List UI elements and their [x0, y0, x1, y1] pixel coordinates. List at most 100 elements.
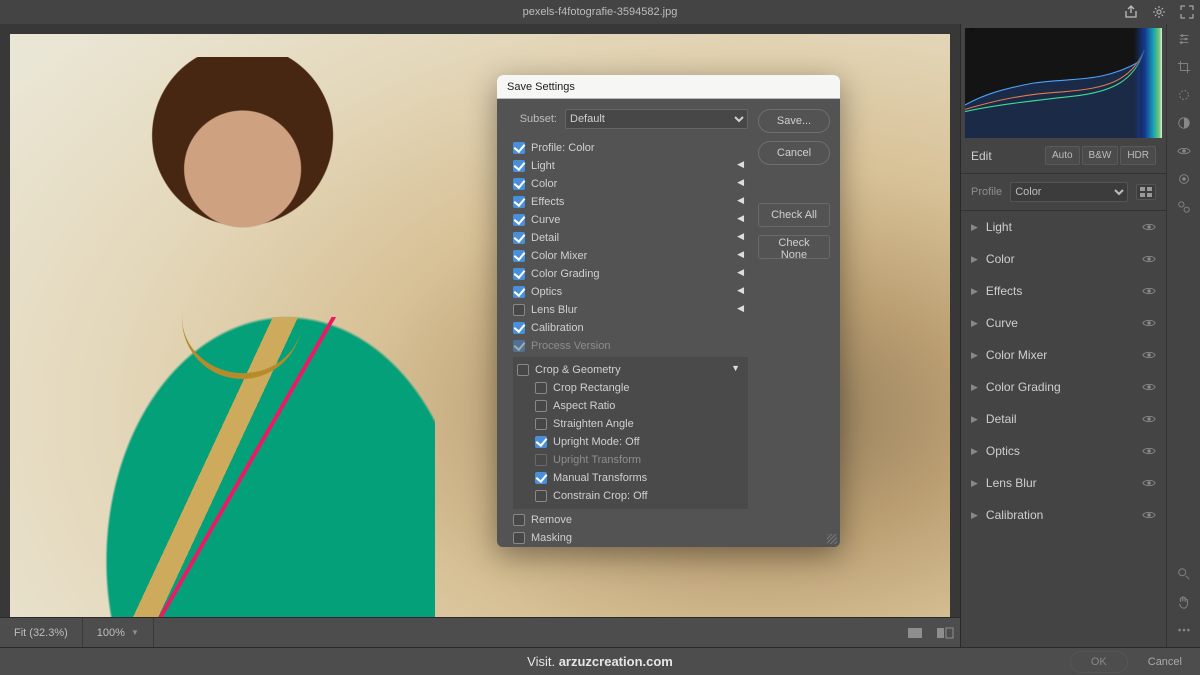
checkbox[interactable] [513, 142, 525, 154]
subset-select[interactable]: Default [565, 109, 748, 129]
dialog-title[interactable]: Save Settings [497, 75, 840, 99]
eye-tool-icon[interactable] [1177, 144, 1191, 158]
apply-cancel-button[interactable]: Cancel [1142, 651, 1188, 673]
disclosure-triangle-icon[interactable]: ◀ [737, 267, 744, 278]
checkbox[interactable] [535, 382, 547, 394]
gear-icon[interactable] [1152, 5, 1166, 19]
share-icon[interactable] [1124, 5, 1138, 19]
auto-button[interactable]: Auto [1045, 146, 1080, 165]
setting-constrain-crop-off[interactable]: Constrain Crop: Off [517, 487, 744, 505]
preset-tool-icon[interactable] [1177, 200, 1191, 214]
setting-straighten-angle[interactable]: Straighten Angle [517, 415, 744, 433]
save-button[interactable]: Save... [758, 109, 830, 133]
resize-handle[interactable] [827, 534, 837, 544]
disclosure-triangle-icon[interactable]: ◀ [737, 159, 744, 170]
disclosure-triangle-icon[interactable]: ◀ [737, 249, 744, 260]
setting-optics[interactable]: Optics◀ [513, 283, 748, 301]
setting-crop-geometry[interactable]: Crop & Geometry▼ [517, 361, 744, 379]
hand-tool-icon[interactable] [1177, 595, 1191, 609]
eye-icon[interactable] [1142, 316, 1156, 330]
section-effects[interactable]: ▶Effects [961, 275, 1166, 307]
checkbox[interactable] [513, 322, 525, 334]
section-calibration[interactable]: ▶Calibration [961, 499, 1166, 531]
mask-tool-icon[interactable] [1177, 116, 1191, 130]
section-lens-blur[interactable]: ▶Lens Blur [961, 467, 1166, 499]
section-color-grading[interactable]: ▶Color Grading [961, 371, 1166, 403]
section-light[interactable]: ▶Light [961, 211, 1166, 243]
setting-effects[interactable]: Effects◀ [513, 193, 748, 211]
setting-masking[interactable]: Masking [513, 529, 748, 547]
eye-icon[interactable] [1142, 220, 1156, 234]
checkbox[interactable] [513, 532, 525, 544]
view-compare-icon[interactable] [936, 624, 954, 642]
setting-lens-blur[interactable]: Lens Blur◀ [513, 301, 748, 319]
eye-icon[interactable] [1142, 348, 1156, 362]
section-curve[interactable]: ▶Curve [961, 307, 1166, 339]
disclosure-triangle-icon[interactable]: ◀ [737, 213, 744, 224]
setting-detail[interactable]: Detail◀ [513, 229, 748, 247]
checkbox[interactable] [513, 214, 525, 226]
disclosure-triangle-icon[interactable]: ◀ [737, 285, 744, 296]
disclosure-triangle-icon[interactable]: ▼ [731, 363, 740, 373]
setting-aspect-ratio[interactable]: Aspect Ratio [517, 397, 744, 415]
setting-color-grading[interactable]: Color Grading◀ [513, 265, 748, 283]
checkbox[interactable] [535, 472, 547, 484]
disclosure-triangle-icon[interactable]: ◀ [737, 177, 744, 188]
setting-light[interactable]: Light◀ [513, 157, 748, 175]
setting-curve[interactable]: Curve◀ [513, 211, 748, 229]
checkbox[interactable] [517, 364, 529, 376]
setting-crop-rectangle[interactable]: Crop Rectangle [517, 379, 744, 397]
expand-icon[interactable] [1180, 5, 1194, 19]
histogram[interactable] [965, 28, 1162, 138]
section-detail[interactable]: ▶Detail [961, 403, 1166, 435]
checkbox[interactable] [513, 178, 525, 190]
check-none-button[interactable]: Check None [758, 235, 830, 259]
heal-tool-icon[interactable] [1177, 88, 1191, 102]
view-single-icon[interactable] [906, 624, 924, 642]
disclosure-triangle-icon[interactable]: ◀ [737, 195, 744, 206]
section-color-mixer[interactable]: ▶Color Mixer [961, 339, 1166, 371]
checkbox[interactable] [535, 490, 547, 502]
checkbox[interactable] [535, 436, 547, 448]
setting-manual-transforms[interactable]: Manual Transforms [517, 469, 744, 487]
hdr-button[interactable]: HDR [1120, 146, 1156, 165]
eye-icon[interactable] [1142, 252, 1156, 266]
checkbox[interactable] [513, 304, 525, 316]
setting-upright-mode-off[interactable]: Upright Mode: Off [517, 433, 744, 451]
checkbox[interactable] [513, 232, 525, 244]
zoom-dropdown[interactable]: 100%▼ [83, 618, 154, 647]
apply-ok-button[interactable]: OK [1070, 651, 1128, 673]
checkbox[interactable] [513, 514, 525, 526]
setting-remove[interactable]: Remove [513, 511, 748, 529]
more-tool-icon[interactable] [1177, 623, 1191, 637]
eye-icon[interactable] [1142, 380, 1156, 394]
setting-color-mixer[interactable]: Color Mixer◀ [513, 247, 748, 265]
disclosure-triangle-icon[interactable]: ◀ [737, 231, 744, 242]
fit-indicator[interactable]: Fit (32.3%) [0, 618, 83, 647]
zoom-tool-icon[interactable] [1177, 567, 1191, 581]
edit-tool-icon[interactable] [1177, 32, 1191, 46]
eye-icon[interactable] [1142, 284, 1156, 298]
profile-select[interactable]: Color [1010, 182, 1128, 202]
checkbox[interactable] [513, 268, 525, 280]
checkbox[interactable] [513, 160, 525, 172]
checkbox[interactable] [535, 418, 547, 430]
checkbox[interactable] [513, 250, 525, 262]
checkbox[interactable] [513, 196, 525, 208]
checkbox[interactable] [513, 286, 525, 298]
setting-calibration[interactable]: Calibration [513, 319, 748, 337]
eye-icon[interactable] [1142, 444, 1156, 458]
setting-profile-color[interactable]: Profile: Color [513, 139, 748, 157]
eye-icon[interactable] [1142, 476, 1156, 490]
setting-color[interactable]: Color◀ [513, 175, 748, 193]
disclosure-triangle-icon[interactable]: ◀ [737, 303, 744, 314]
section-optics[interactable]: ▶Optics [961, 435, 1166, 467]
redeye-tool-icon[interactable] [1177, 172, 1191, 186]
check-all-button[interactable]: Check All [758, 203, 830, 227]
eye-icon[interactable] [1142, 412, 1156, 426]
section-color[interactable]: ▶Color [961, 243, 1166, 275]
checkbox[interactable] [535, 400, 547, 412]
profile-browser-icon[interactable] [1136, 184, 1156, 200]
eye-icon[interactable] [1142, 508, 1156, 522]
crop-tool-icon[interactable] [1177, 60, 1191, 74]
